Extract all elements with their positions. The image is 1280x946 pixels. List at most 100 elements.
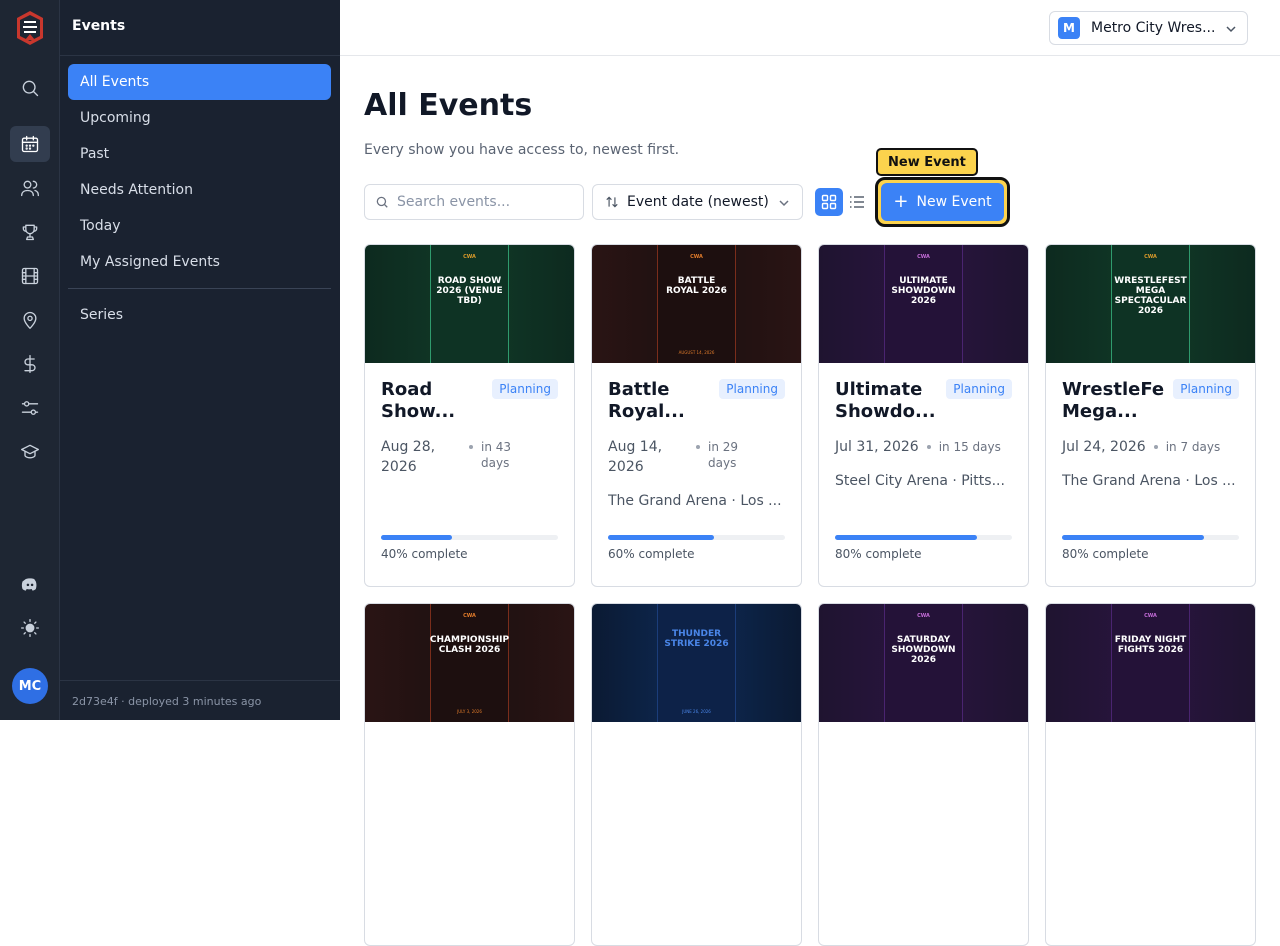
plus-icon: + <box>893 191 909 212</box>
avatar[interactable]: MC <box>12 668 48 704</box>
event-name: Road Show... <box>381 379 456 422</box>
poster-title: WRESTLEFEST MEGA SPECTACULAR 2026 <box>1114 276 1187 316</box>
event-card[interactable]: THUNDER STRIKE 2026 JUNE 26, 2026 <box>591 603 802 946</box>
event-card-body: Road Show... Planning Aug 28, 2026 in 43… <box>365 363 574 586</box>
event-relative-date: in 43 days <box>481 440 512 470</box>
event-card[interactable]: CWA SATURDAY SHOWDOWN 2026 <box>818 603 1029 946</box>
event-card[interactable]: CWA WRESTLEFEST MEGA SPECTACULAR 2026 Wr… <box>1045 244 1256 587</box>
sidebar-nav: All Events Upcoming Past Needs Attention… <box>68 64 331 333</box>
org-initial-badge: M <box>1058 17 1080 39</box>
poster-panel: CWA CHAMPIONSHIP CLASH 2026 JULY 3, 2026 <box>430 604 509 722</box>
poster-panel: CWA FRIDAY NIGHT FIGHTS 2026 <box>1111 604 1190 722</box>
new-event-button[interactable]: + New Event <box>881 183 1004 221</box>
event-meta: Jul 24, 2026 in 7 days <box>1062 437 1239 457</box>
poster-brand: CWA <box>463 254 476 260</box>
progress-fill <box>381 535 452 540</box>
event-poster: THUNDER STRIKE 2026 JUNE 26, 2026 <box>592 604 801 722</box>
top-bar: M Metro City Wres... <box>340 0 1280 56</box>
poster-title: THUNDER STRIKE 2026 <box>664 629 729 649</box>
event-card[interactable]: CWA ROAD SHOW 2026 (VENUE TBD) Road Show… <box>364 244 575 587</box>
event-poster: CWA FRIDAY NIGHT FIGHTS 2026 <box>1046 604 1255 722</box>
poster-brand: CWA <box>690 254 703 260</box>
logo-icon[interactable] <box>15 10 45 46</box>
org-switcher[interactable]: M Metro City Wres... <box>1049 11 1248 45</box>
status-badge: Planning <box>719 379 785 399</box>
film-icon[interactable] <box>10 258 50 294</box>
poster-title: BATTLE ROYAL 2026 <box>666 276 727 296</box>
status-badge: Planning <box>946 379 1012 399</box>
poster-panel: THUNDER STRIKE 2026 JUNE 26, 2026 <box>657 604 736 722</box>
progress-label: 60% complete <box>608 547 695 561</box>
event-meta: Aug 14, 2026 in 29 days <box>608 437 785 477</box>
progress-bar <box>835 535 1012 540</box>
trophy-icon[interactable] <box>10 214 50 250</box>
grid-view-button[interactable] <box>815 188 843 216</box>
sidebar-item-my-assigned-events[interactable]: My Assigned Events <box>68 244 331 280</box>
chevron-down-icon <box>779 200 789 207</box>
search-field[interactable] <box>364 184 584 220</box>
users-icon[interactable] <box>10 170 50 206</box>
sidebar-item-needs-attention[interactable]: Needs Attention <box>68 172 331 208</box>
event-venue: The Grand Arena · Los ... <box>608 493 782 509</box>
event-date: Jul 31, 2026 <box>835 439 919 455</box>
progress-label: 40% complete <box>381 547 468 561</box>
progress-bar <box>1062 535 1239 540</box>
event-card[interactable]: CWA ULTIMATE SHOWDOWN 2026 Ultimate Show… <box>818 244 1029 587</box>
event-name: Ultimate Showdo... <box>835 379 936 422</box>
progress-fill <box>835 535 977 540</box>
divider <box>60 55 340 56</box>
map-pin-icon[interactable] <box>10 302 50 338</box>
event-card[interactable]: CWA CHAMPIONSHIP CLASH 2026 JULY 3, 2026 <box>364 603 575 946</box>
progress-fill <box>608 535 715 540</box>
poster-date: JULY 3, 2026 <box>457 709 482 714</box>
calendar-icon[interactable] <box>10 126 50 162</box>
list-view-button[interactable] <box>843 188 871 216</box>
event-poster: CWA ULTIMATE SHOWDOWN 2026 <box>819 245 1028 363</box>
poster-panel: CWA ULTIMATE SHOWDOWN 2026 <box>884 245 963 363</box>
chevron-down-icon <box>1226 26 1236 33</box>
poster-panel: CWA WRESTLEFEST MEGA SPECTACULAR 2026 <box>1111 245 1190 363</box>
progress-bar <box>608 535 785 540</box>
sidebar-item-series[interactable]: Series <box>68 297 331 333</box>
event-relative-date: in 7 days <box>1165 440 1221 454</box>
separator-dot <box>469 445 473 449</box>
event-card[interactable]: CWA FRIDAY NIGHT FIGHTS 2026 <box>1045 603 1256 946</box>
sort-label: Event date (newest) <box>627 194 769 210</box>
progress-label: 80% complete <box>1062 547 1149 561</box>
search-icon[interactable] <box>10 70 50 106</box>
search-input[interactable] <box>397 194 567 210</box>
discord-icon[interactable] <box>10 566 50 602</box>
sun-icon[interactable] <box>10 610 50 646</box>
view-toggle <box>815 188 871 216</box>
list-icon <box>850 196 864 208</box>
event-card[interactable]: CWA BATTLE ROYAL 2026 AUGUST 14, 2026 Ba… <box>591 244 802 587</box>
sidebar-item-upcoming[interactable]: Upcoming <box>68 100 331 136</box>
sidebar-item-past[interactable]: Past <box>68 136 331 172</box>
event-date: Aug 28, 2026 <box>381 439 436 475</box>
poster-panel: CWA ROAD SHOW 2026 (VENUE TBD) <box>430 245 509 363</box>
event-card-body: Ultimate Showdo... Planning Jul 31, 2026… <box>819 363 1028 586</box>
progress-bar <box>381 535 558 540</box>
poster-title: FRIDAY NIGHT FIGHTS 2026 <box>1114 635 1187 655</box>
page-subtitle: Every show you have access to, newest fi… <box>364 142 680 158</box>
sliders-icon[interactable] <box>10 390 50 426</box>
poster-title: SATURDAY SHOWDOWN 2026 <box>891 635 956 665</box>
event-poster: CWA SATURDAY SHOWDOWN 2026 <box>819 604 1028 722</box>
poster-title: CHAMPIONSHIP CLASH 2026 <box>429 635 510 655</box>
sidebar-item-all-events[interactable]: All Events <box>68 64 331 100</box>
event-poster: CWA CHAMPIONSHIP CLASH 2026 JULY 3, 2026 <box>365 604 574 722</box>
graduation-cap-icon[interactable] <box>10 434 50 470</box>
new-event-tooltip: New Event <box>876 148 978 176</box>
event-relative-date: in 15 days <box>938 440 1001 454</box>
divider <box>68 288 331 289</box>
icon-rail: MC <box>0 0 60 720</box>
grid-icon <box>821 194 837 210</box>
dollar-icon[interactable] <box>10 346 50 382</box>
search-icon <box>376 196 388 208</box>
progress-fill <box>1062 535 1204 540</box>
sort-dropdown[interactable]: Event date (newest) <box>592 184 803 220</box>
new-event-label: New Event <box>916 194 992 210</box>
sidebar-item-today[interactable]: Today <box>68 208 331 244</box>
sort-icon <box>606 196 618 208</box>
poster-brand: CWA <box>917 613 930 619</box>
